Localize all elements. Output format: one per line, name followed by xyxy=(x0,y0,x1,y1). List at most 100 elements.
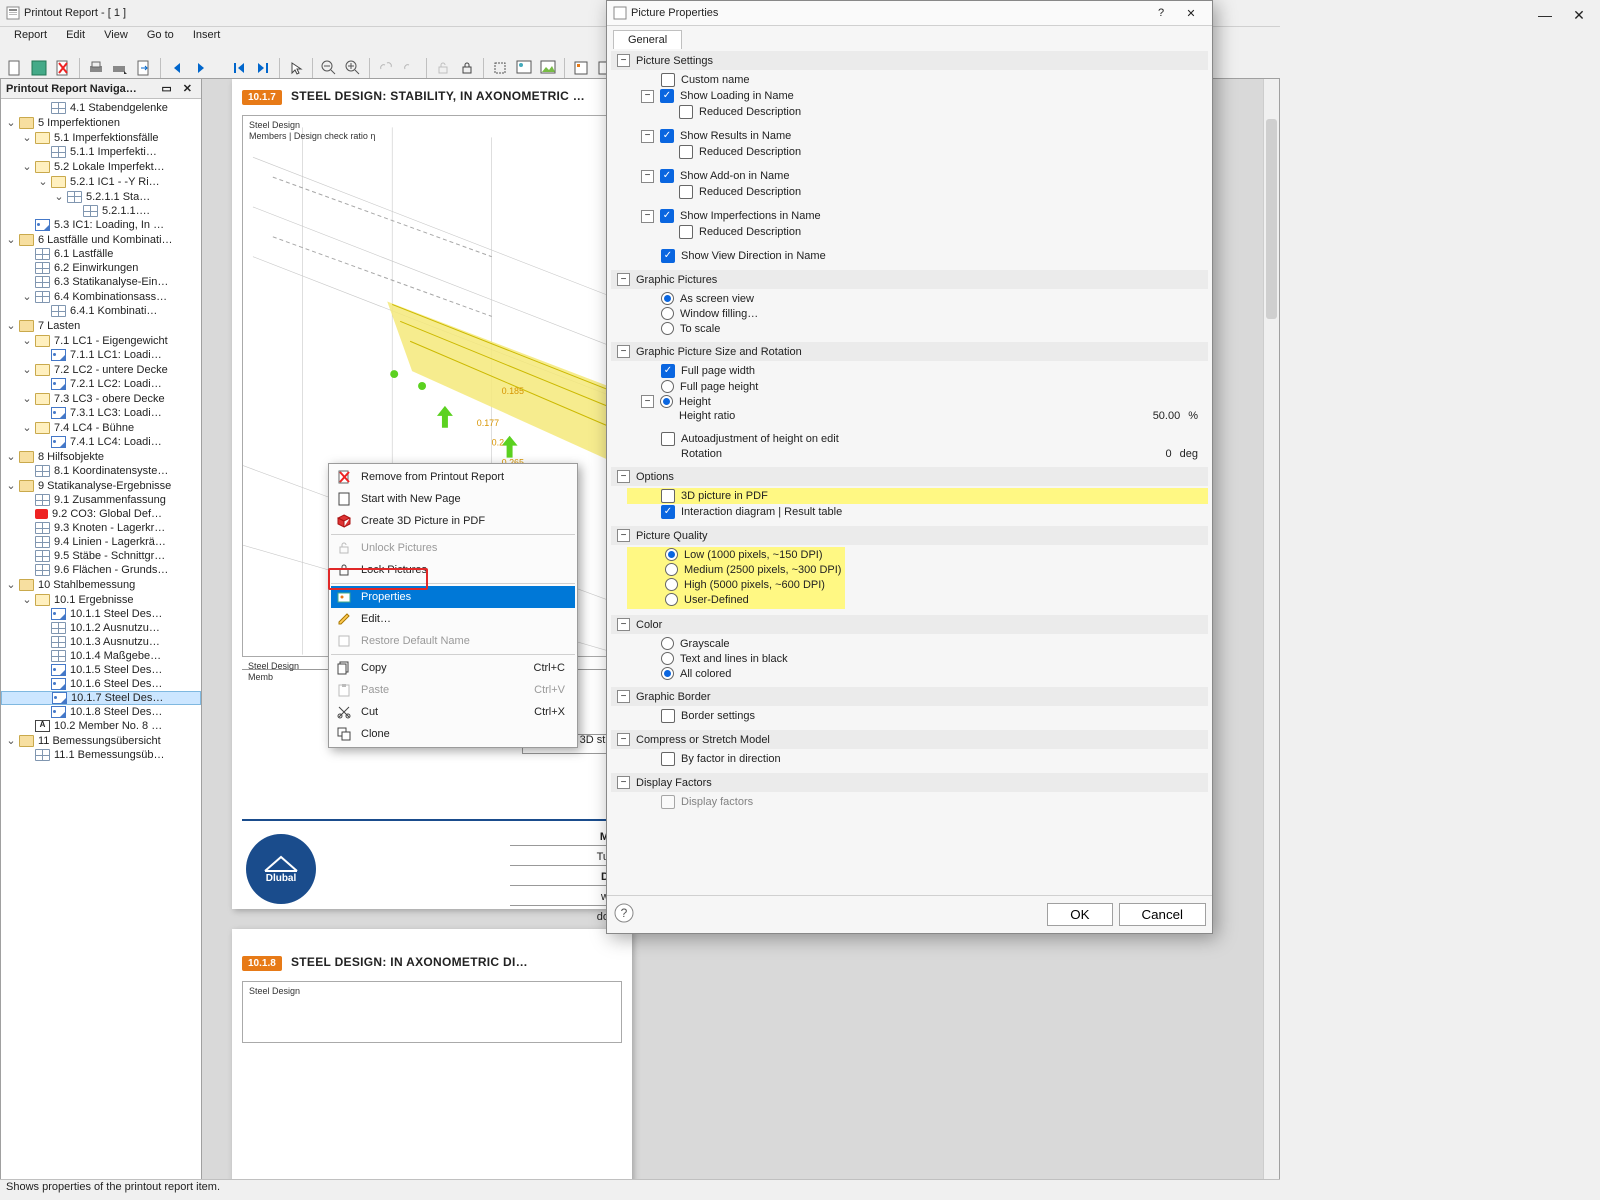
ctx-remove-from-printout-report[interactable]: Remove from Printout Report xyxy=(331,466,575,488)
tb-select-icon[interactable] xyxy=(489,57,511,79)
ctx-cut[interactable]: CutCtrl+X xyxy=(331,701,575,723)
expand-icon[interactable]: ⌄ xyxy=(37,175,49,188)
tree-item[interactable]: ⌄5.2.1 IC1 - -Y Ri… xyxy=(1,174,201,189)
tb-save-icon[interactable] xyxy=(28,57,50,79)
tb-pointer-icon[interactable] xyxy=(285,57,307,79)
collapse-icon[interactable]: − xyxy=(617,733,630,746)
ctx-properties[interactable]: Properties xyxy=(331,586,575,608)
tb-image2-icon[interactable] xyxy=(537,57,559,79)
expand-icon[interactable]: ⌄ xyxy=(21,131,33,144)
tb-lock-icon[interactable] xyxy=(456,57,478,79)
cb-show-results[interactable] xyxy=(660,129,674,143)
tree-item[interactable]: 10.1.1 Steel Des… xyxy=(1,607,201,621)
collapse-icon[interactable]: − xyxy=(641,210,654,223)
collapse-icon[interactable]: − xyxy=(641,90,654,103)
rb-to-scale[interactable] xyxy=(661,322,674,335)
menu-report[interactable]: Report xyxy=(6,27,55,43)
menu-edit[interactable]: Edit xyxy=(58,27,93,43)
menu-insert[interactable]: Insert xyxy=(185,27,229,43)
ctx-start-with-new-page[interactable]: Start with New Page xyxy=(331,488,575,510)
cb-display-factors[interactable] xyxy=(661,795,675,809)
tree-item[interactable]: 10.1.5 Steel Des… xyxy=(1,663,201,677)
cb-reduced-desc[interactable] xyxy=(679,105,693,119)
dialog-help-button[interactable]: ? xyxy=(613,902,635,927)
collapse-icon[interactable]: − xyxy=(617,690,630,703)
tree-item[interactable]: 5.3 IC1: Loading, In … xyxy=(1,218,201,232)
tree-item[interactable]: ⌄7.1 LC1 - Eigengewicht xyxy=(1,333,201,348)
rb-height[interactable] xyxy=(660,395,673,408)
cb-show-addon[interactable] xyxy=(660,169,674,183)
tree-item[interactable]: 9.5 Stäbe - Schnittgr… xyxy=(1,549,201,563)
cb-border-settings[interactable] xyxy=(661,709,675,723)
rb-grayscale[interactable] xyxy=(661,637,674,650)
menu-goto[interactable]: Go to xyxy=(139,27,182,43)
nav-next-icon[interactable] xyxy=(190,57,212,79)
cb-show-loading[interactable] xyxy=(660,89,674,103)
tb-unlink-icon[interactable] xyxy=(399,57,421,79)
tb-settings-icon[interactable] xyxy=(570,57,592,79)
ctx-create-3d-picture-in-pdf[interactable]: Create 3D Picture in PDF xyxy=(331,510,575,532)
collapse-icon[interactable]: − xyxy=(617,273,630,286)
tree-item[interactable]: 4.1 Stabendgelenke xyxy=(1,101,201,115)
zoom-out-icon[interactable] xyxy=(318,57,340,79)
ok-button[interactable]: OK xyxy=(1047,903,1112,926)
tree-item[interactable]: 7.3.1 LC3: Loadi… xyxy=(1,406,201,420)
cb-reduced-desc[interactable] xyxy=(679,185,693,199)
window-minimize-icon[interactable]: — xyxy=(1530,5,1560,25)
tree-item[interactable]: 10.1.8 Steel Des… xyxy=(1,705,201,719)
ctx-edit-[interactable]: Edit… xyxy=(331,608,575,630)
tree-item[interactable]: ⌄10.1 Ergebnisse xyxy=(1,592,201,607)
zoom-in-icon[interactable] xyxy=(342,57,364,79)
nav-last-icon[interactable] xyxy=(252,57,274,79)
expand-icon[interactable]: ⌄ xyxy=(21,421,33,434)
rb-q-med[interactable] xyxy=(665,563,678,576)
expand-icon[interactable]: ⌄ xyxy=(21,160,33,173)
expand-icon[interactable]: ⌄ xyxy=(21,290,33,303)
cb-interaction[interactable] xyxy=(661,505,675,519)
collapse-icon[interactable]: − xyxy=(617,618,630,631)
ctx-lock-pictures[interactable]: Lock Pictures xyxy=(331,559,575,581)
tb-export-icon[interactable] xyxy=(133,57,155,79)
rb-q-low[interactable] xyxy=(665,548,678,561)
expand-icon[interactable]: ⌄ xyxy=(5,734,17,747)
tree-item[interactable]: 10.1.3 Ausnutzu… xyxy=(1,635,201,649)
window-close-icon[interactable]: ✕ xyxy=(1564,5,1594,25)
tree-item[interactable]: 9.3 Knoten - Lagerkr… xyxy=(1,521,201,535)
tree-item[interactable]: ⌄5.1 Imperfektionsfälle xyxy=(1,130,201,145)
tree-item[interactable]: ⌄9 Statikanalyse-Ergebnisse xyxy=(1,478,201,493)
collapse-icon[interactable]: − xyxy=(641,395,654,408)
cb-show-view-dir[interactable] xyxy=(661,249,675,263)
tb-link-icon[interactable] xyxy=(375,57,397,79)
tree-item[interactable]: 9.4 Linien - Lagerkrä… xyxy=(1,535,201,549)
tree-item[interactable]: ⌄6 Lastfälle und Kombinati… xyxy=(1,232,201,247)
expand-icon[interactable]: ⌄ xyxy=(21,392,33,405)
tree-item[interactable]: 7.4.1 LC4: Loadi… xyxy=(1,435,201,449)
tb-delete-icon[interactable] xyxy=(52,57,74,79)
cb-reduced-desc[interactable] xyxy=(679,225,693,239)
cancel-button[interactable]: Cancel xyxy=(1119,903,1207,926)
collapse-icon[interactable]: − xyxy=(641,130,654,143)
tree-item[interactable]: ⌄5.2 Lokale Imperfekt… xyxy=(1,159,201,174)
tb-print-icon[interactable] xyxy=(85,57,107,79)
tree-item[interactable]: 10.1.7 Steel Des… xyxy=(1,691,201,705)
rb-as-screen[interactable] xyxy=(661,292,674,305)
rb-window-filling[interactable] xyxy=(661,307,674,320)
tree-item[interactable]: 5.1.1 Imperfekti… xyxy=(1,145,201,159)
tb-unlock-icon[interactable] xyxy=(432,57,454,79)
navigator-tree[interactable]: 4.1 Stabendgelenke⌄5 Imperfektionen⌄5.1 … xyxy=(1,99,201,1181)
panel-close-icon[interactable]: ✕ xyxy=(179,83,196,95)
tree-item[interactable]: ⌄7 Lasten xyxy=(1,318,201,333)
tree-item[interactable]: ⌄5 Imperfektionen xyxy=(1,115,201,130)
tree-item[interactable]: 9.2 CO3: Global Def… xyxy=(1,507,201,521)
tree-item[interactable]: 7.1.1 LC1: Loadi… xyxy=(1,348,201,362)
tree-item[interactable]: ⌄7.3 LC3 - obere Decke xyxy=(1,391,201,406)
ctx-copy[interactable]: CopyCtrl+C xyxy=(331,657,575,679)
cb-full-page-width[interactable] xyxy=(661,364,675,378)
tree-item[interactable]: ⌄6.4 Kombinationsass… xyxy=(1,289,201,304)
collapse-icon[interactable]: − xyxy=(617,345,630,358)
tree-item[interactable]: 9.1 Zusammenfassung xyxy=(1,493,201,507)
expand-icon[interactable]: ⌄ xyxy=(5,450,17,463)
expand-icon[interactable]: ⌄ xyxy=(5,116,17,129)
tb-new-icon[interactable] xyxy=(4,57,26,79)
cb-by-factor[interactable] xyxy=(661,752,675,766)
